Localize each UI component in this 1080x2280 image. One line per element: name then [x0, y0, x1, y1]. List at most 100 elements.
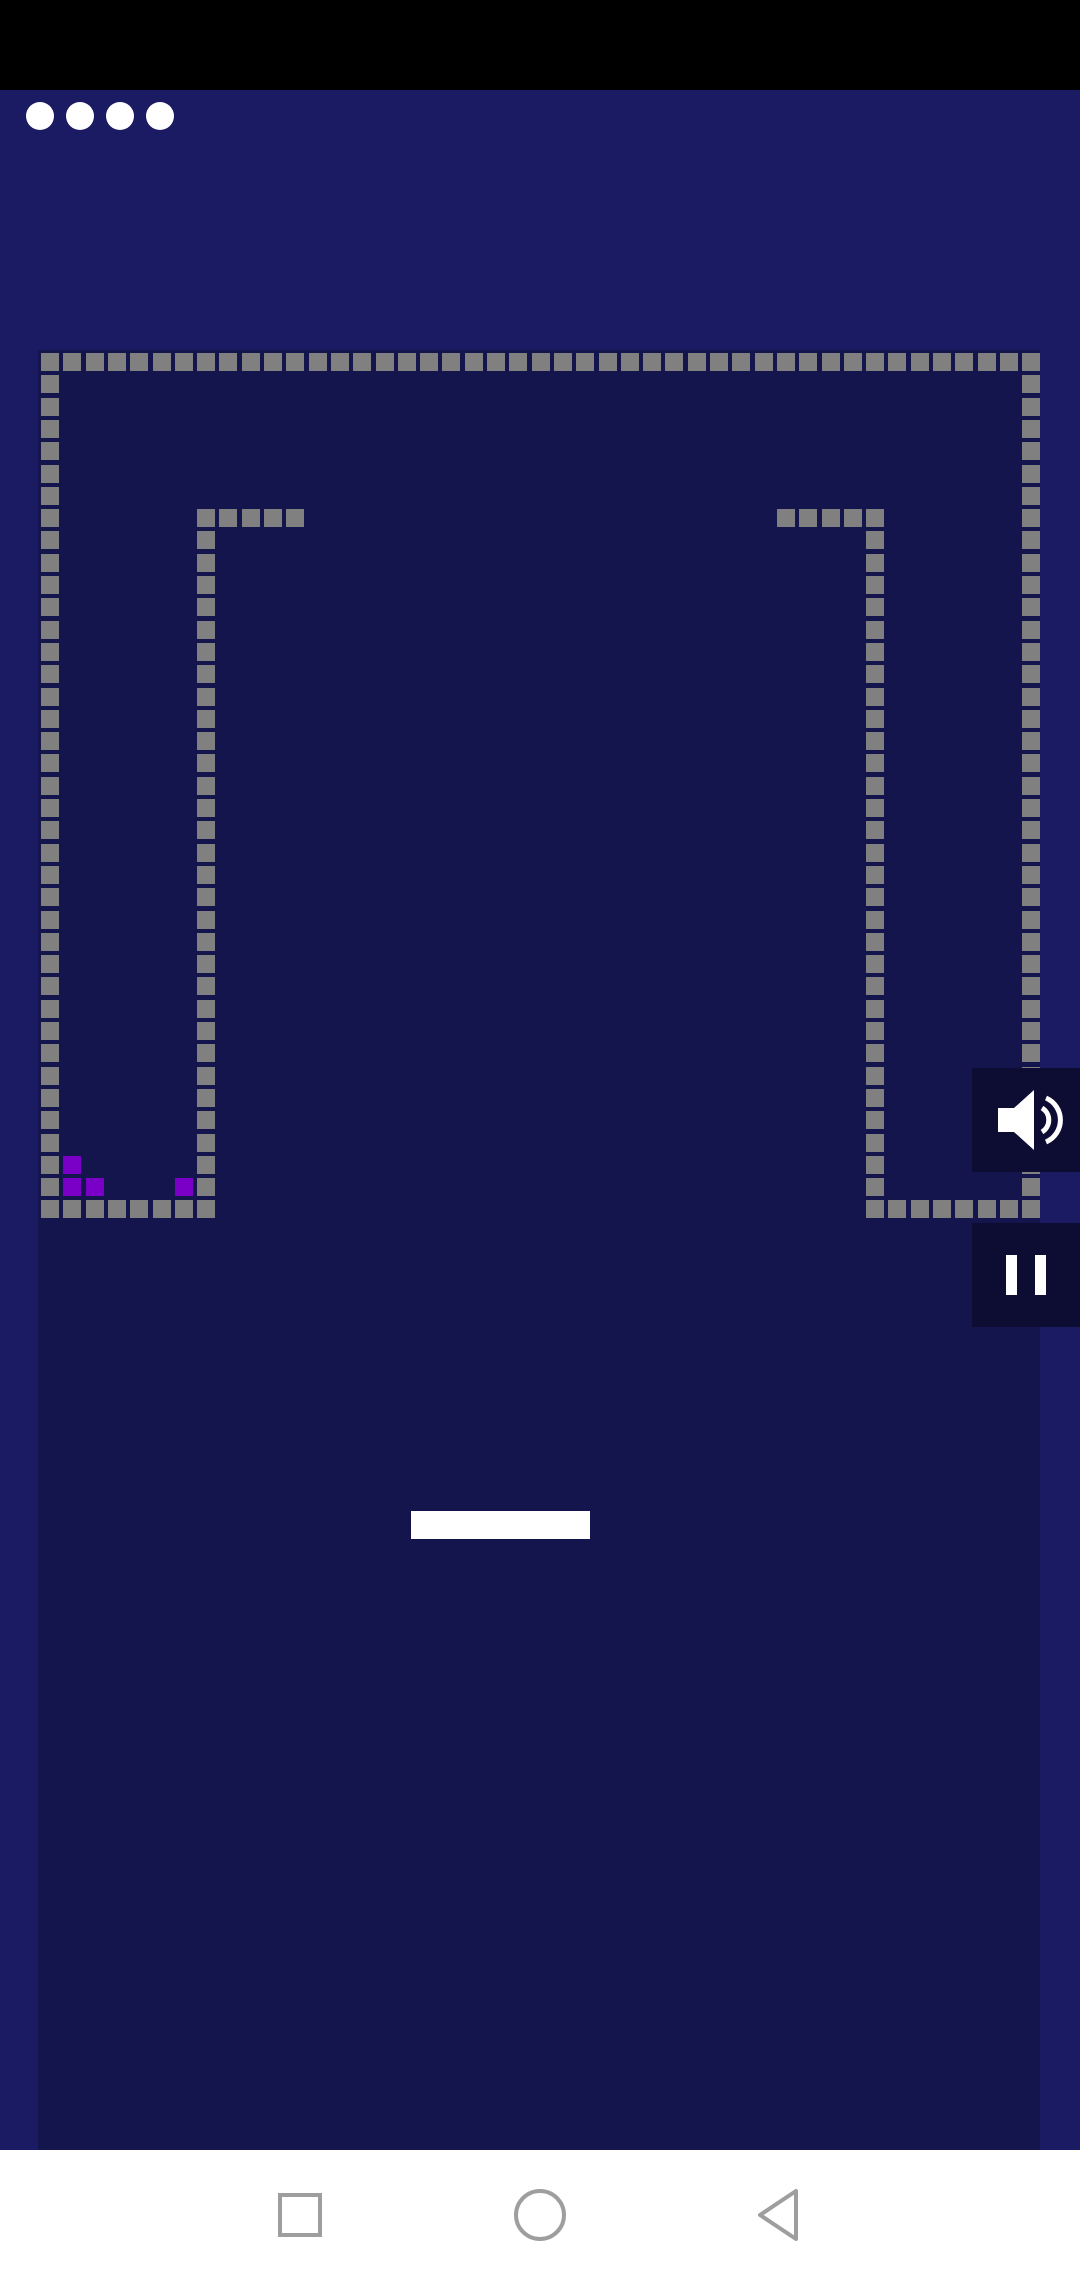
wall-brick	[41, 509, 59, 528]
wall-brick	[41, 397, 59, 416]
wall-brick	[197, 799, 216, 817]
wall-brick	[41, 442, 59, 461]
life-dot	[26, 102, 54, 130]
wall-brick	[1022, 999, 1041, 1018]
playfield[interactable]	[38, 350, 1040, 2150]
wall-brick	[799, 353, 818, 371]
wall-brick	[41, 955, 59, 974]
wall-brick	[41, 576, 59, 594]
target-brick	[174, 1178, 193, 1197]
wall-brick	[955, 353, 974, 371]
wall-brick	[41, 1088, 59, 1107]
wall-brick	[866, 799, 885, 817]
wall-brick	[933, 353, 951, 371]
wall-brick	[41, 999, 59, 1018]
wall-brick	[620, 353, 639, 371]
wall-brick	[1022, 1022, 1041, 1040]
wall-brick	[442, 353, 461, 371]
square-recents-icon[interactable]	[260, 2175, 340, 2255]
wall-brick	[197, 821, 216, 840]
wall-brick	[197, 1066, 216, 1085]
wall-brick	[866, 865, 885, 884]
wall-brick	[41, 932, 59, 951]
wall-brick	[866, 531, 885, 550]
wall-brick	[1022, 1200, 1041, 1219]
status-bar	[0, 0, 1080, 90]
wall-brick	[197, 642, 216, 661]
target-brick	[85, 1178, 104, 1197]
wall-brick	[1022, 709, 1041, 728]
wall-brick	[710, 353, 728, 371]
wall-brick	[933, 1200, 951, 1219]
wall-brick	[41, 910, 59, 929]
wall-brick	[353, 353, 372, 371]
wall-brick	[487, 353, 505, 371]
wall-brick	[41, 1178, 59, 1197]
wall-brick	[41, 865, 59, 884]
wall-brick	[754, 353, 773, 371]
circle-home-icon[interactable]	[500, 2175, 580, 2255]
wall-brick	[241, 353, 260, 371]
wall-brick	[63, 353, 82, 371]
wall-brick	[41, 1066, 59, 1085]
wall-brick	[866, 642, 885, 661]
wall-brick	[41, 665, 59, 684]
wall-brick	[197, 932, 216, 951]
navigation-bar	[0, 2150, 1080, 2280]
wall-brick	[843, 509, 862, 528]
wall-brick	[1022, 977, 1041, 996]
wall-brick	[197, 1088, 216, 1107]
wall-brick	[866, 999, 885, 1018]
wall-brick	[197, 509, 216, 528]
wall-brick	[41, 843, 59, 862]
pause-button[interactable]	[972, 1223, 1080, 1327]
wall-brick	[1022, 910, 1041, 929]
wall-brick	[866, 1088, 885, 1107]
wall-brick	[866, 932, 885, 951]
wall-brick	[866, 888, 885, 907]
speaker-volume-icon	[998, 1090, 1063, 1150]
wall-brick	[197, 1133, 216, 1152]
wall-brick	[197, 888, 216, 907]
wall-brick	[308, 353, 327, 371]
wall-brick	[375, 353, 394, 371]
wall-brick	[197, 576, 216, 594]
wall-brick	[866, 576, 885, 594]
wall-brick	[197, 865, 216, 884]
wall-brick	[866, 776, 885, 795]
wall-brick	[1022, 799, 1041, 817]
lives-indicator	[26, 102, 174, 130]
wall-brick	[41, 1022, 59, 1040]
wall-brick	[330, 353, 349, 371]
sound-button[interactable]	[972, 1068, 1080, 1172]
wall-brick	[420, 353, 439, 371]
wall-brick	[866, 1155, 885, 1174]
wall-brick	[197, 999, 216, 1018]
wall-brick	[1022, 464, 1041, 483]
wall-brick	[197, 620, 216, 639]
wall-brick	[1022, 732, 1041, 751]
wall-brick	[41, 776, 59, 795]
paddle[interactable]	[411, 1511, 590, 1539]
wall-brick	[1022, 865, 1041, 884]
wall-brick	[888, 1200, 907, 1219]
wall-brick	[107, 1200, 126, 1219]
wall-brick	[41, 732, 59, 751]
wall-brick	[41, 464, 59, 483]
wall-brick	[197, 732, 216, 751]
wall-brick	[1022, 442, 1041, 461]
wall-brick	[1022, 1178, 1041, 1197]
wall-brick	[41, 799, 59, 817]
wall-brick	[1022, 576, 1041, 594]
wall-brick	[41, 642, 59, 661]
wall-brick	[219, 353, 238, 371]
wall-brick	[643, 353, 662, 371]
wall-brick	[866, 1066, 885, 1085]
wall-brick	[286, 509, 305, 528]
wall-brick	[197, 910, 216, 929]
wall-brick	[866, 709, 885, 728]
triangle-back-icon[interactable]	[740, 2175, 820, 2255]
wall-brick	[866, 553, 885, 572]
life-dot	[66, 102, 94, 130]
wall-brick	[63, 1200, 82, 1219]
